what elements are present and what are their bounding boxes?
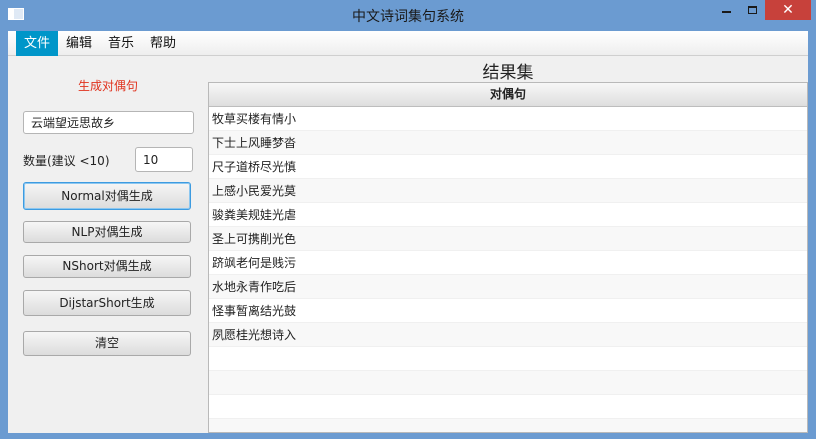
nshort-generate-button[interactable]: NShort对偶生成 xyxy=(23,255,191,278)
menu-help[interactable]: 帮助 xyxy=(142,31,184,56)
generate-heading: 生成对偶句 xyxy=(77,79,138,93)
close-button[interactable]: ✕ xyxy=(765,0,811,20)
menu-file[interactable]: 文件 xyxy=(16,31,59,56)
table-row[interactable]: 夙愿桂光想诗入 xyxy=(209,323,807,347)
client-area: 文件 编辑 音乐 帮助 生成对偶句 数量(建议 <10) Normal对偶生成 … xyxy=(8,31,808,433)
app-window: 中文诗词集句系统 ✕ 文件 编辑 音乐 帮助 生成对偶句 数量(建议 <10) … xyxy=(0,0,816,439)
minimize-button[interactable] xyxy=(713,0,739,20)
maximize-icon xyxy=(747,6,757,14)
table-row[interactable] xyxy=(209,347,807,371)
count-input[interactable] xyxy=(135,147,193,172)
table-body: 牧草买楼有情小 下士上风睡梦沓 尺子道桥尽光慎 上感小民爱光莫 骏粪美规娃光虐 圣上可携削… xyxy=(209,107,807,432)
dijstar-generate-button[interactable]: DijstarShort生成 xyxy=(23,290,191,316)
table-row[interactable] xyxy=(209,419,807,432)
table-row[interactable]: 跻飒老何是贱污 xyxy=(209,251,807,275)
window-title: 中文诗词集句系统 xyxy=(352,9,464,25)
menu-music[interactable]: 音乐 xyxy=(100,31,142,56)
menu-bar: 文件 编辑 音乐 帮助 xyxy=(8,31,808,56)
nlp-generate-button[interactable]: NLP对偶生成 xyxy=(23,221,191,243)
table-row[interactable]: 牧草买楼有情小 xyxy=(209,107,807,131)
close-icon: ✕ xyxy=(782,2,794,18)
result-table[interactable]: 对偶句 牧草买楼有情小 下士上风睡梦沓 尺子道桥尽光慎 上感小民爱光莫 骏粪美规娃光虐圣… xyxy=(208,82,808,433)
table-row[interactable]: 下士上风睡梦沓 xyxy=(209,131,807,155)
table-row[interactable]: 上感小民爱光莫 xyxy=(209,179,807,203)
table-row[interactable]: 圣上可携削光色 xyxy=(209,227,807,251)
minimize-icon xyxy=(721,11,731,13)
maximize-button[interactable] xyxy=(739,0,765,20)
table-row[interactable]: 骏粪美规娃光虐 xyxy=(209,203,807,227)
table-row[interactable]: 怪事暂离结光鼓 xyxy=(209,299,807,323)
table-row[interactable] xyxy=(209,371,807,395)
count-label: 数量(建议 <10) xyxy=(23,154,110,168)
title-bar[interactable]: 中文诗词集句系统 ✕ xyxy=(0,0,816,31)
clear-button[interactable]: 清空 xyxy=(23,331,191,356)
table-row[interactable] xyxy=(209,395,807,419)
column-header-couplet[interactable]: 对偶句 xyxy=(209,83,807,107)
result-title: 结果集 xyxy=(482,63,534,83)
table-row[interactable]: 水地永青作吃后 xyxy=(209,275,807,299)
menu-edit[interactable]: 编辑 xyxy=(58,31,100,56)
normal-generate-button[interactable]: Normal对偶生成 xyxy=(23,182,191,210)
poem-input[interactable] xyxy=(23,111,194,134)
table-row[interactable]: 尺子道桥尽光慎 xyxy=(209,155,807,179)
